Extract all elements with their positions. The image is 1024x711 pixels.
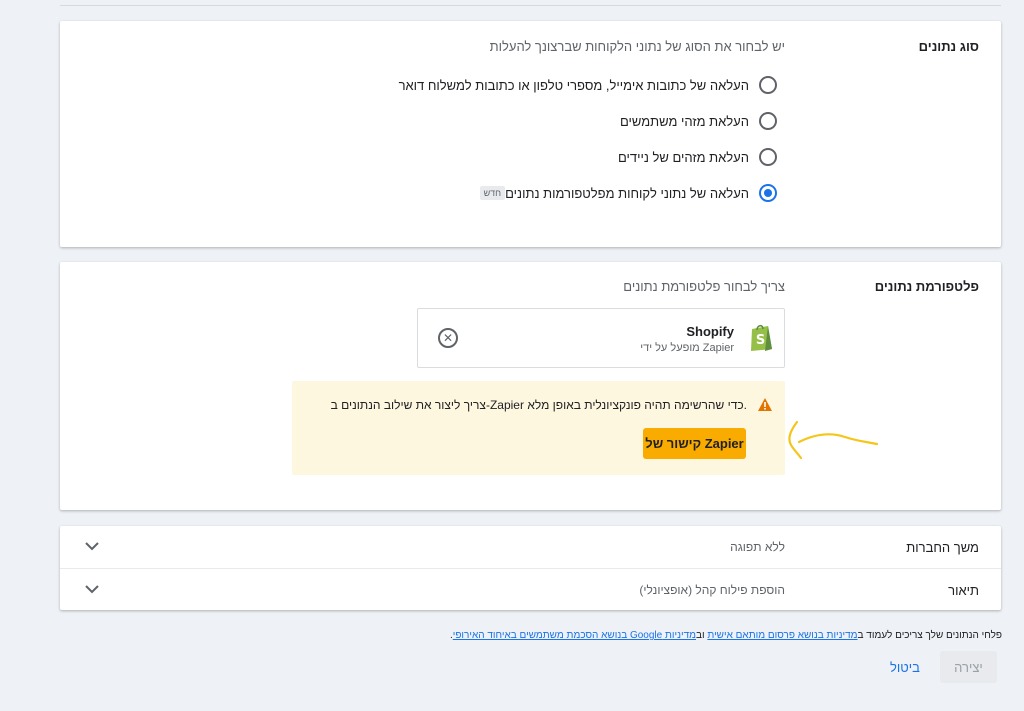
radio-button[interactable] — [759, 112, 777, 130]
cancel-button[interactable]: ביטול — [880, 651, 930, 683]
warning-icon — [758, 398, 772, 411]
data-type-hint: יש לבחור את הסוג של נתוני הלקוחות שברצונ… — [489, 39, 785, 54]
data-type-label: סוג נתונים — [918, 39, 979, 54]
top-divider — [60, 5, 1001, 6]
personalized-ads-policy-link[interactable]: מדיניות בנושא פרסום מותאם אישית — [707, 630, 857, 641]
chevron-down-icon[interactable] — [84, 538, 100, 554]
policy-note-middle: וב — [696, 630, 708, 641]
policy-note: פלחי הנתונים שלך צריכים לעמוד במדיניות ב… — [450, 630, 1002, 641]
description-value: הוספת פילוח קהל (אופציונלי) — [639, 583, 785, 597]
radio-option-user-ids[interactable]: העלאת מזהי משתמשים — [620, 112, 777, 130]
zapier-link-button[interactable]: קישור של Zapier — [643, 428, 746, 459]
create-button[interactable]: יצירה — [940, 651, 997, 683]
shopify-logo-icon: S — [751, 324, 772, 351]
membership-duration-value: ללא תפוגה — [730, 540, 785, 554]
data-platform-hint: צריך לבחור פלטפורמת נתונים — [623, 279, 785, 294]
radio-label-wrap: העלאה של נתוני לקוחות מפלטפורמות נתונים … — [476, 186, 749, 201]
description-row[interactable]: תיאור הוספת פילוח קהל (אופציונלי) — [60, 568, 1001, 610]
data-type-card: סוג נתונים יש לבחור את הסוג של נתוני הלק… — [60, 21, 1001, 247]
warning-text: צריך ליצור את שילוב הנתונים ב-Zapier כדי… — [330, 398, 747, 412]
radio-label: העלאת מזהי משתמשים — [619, 113, 749, 129]
data-platform-label: פלטפורמת נתונים — [874, 279, 979, 294]
policy-note-prefix: פלחי הנתונים שלך צריכים לעמוד ב — [857, 630, 1002, 641]
data-platform-card: פלטפורמת נתונים צריך לבחור פלטפורמת נתונ… — [60, 262, 1001, 510]
radio-button-selected[interactable] — [759, 184, 777, 202]
radio-label: העלאת מזהים של ניידים — [617, 149, 749, 165]
chevron-down-icon[interactable] — [84, 581, 100, 597]
svg-text:S: S — [756, 333, 765, 348]
radio-button[interactable] — [759, 148, 777, 166]
platform-name: Shopify — [686, 324, 734, 339]
remove-platform-close-icon[interactable]: ✕ — [438, 328, 458, 348]
radio-option-mobile-ids[interactable]: העלאת מזהים של ניידים — [618, 148, 777, 166]
platform-powered-by: מופעל על ידי Zapier — [640, 342, 734, 354]
new-badge: חדש — [479, 186, 506, 200]
membership-duration-row[interactable]: משך החברות ללא תפוגה — [60, 526, 1001, 568]
radio-option-data-platforms[interactable]: העלאה של נתוני לקוחות מפלטפורמות נתונים … — [476, 184, 777, 202]
radio-label: העלאה של כתובות אימייל, מספרי טלפון או כ… — [398, 77, 749, 93]
description-label: תיאור — [948, 583, 979, 598]
eu-consent-policy-link[interactable]: מדיניות Google בנושא הסכמת משתמשים באיחו… — [453, 630, 696, 641]
settings-rows-card: משך החברות ללא תפוגה תיאור הוספת פילוח ק… — [60, 526, 1001, 610]
radio-button[interactable] — [759, 76, 777, 94]
membership-duration-label: משך החברות — [906, 540, 979, 555]
selected-platform-chip: S Shopify מופעל על ידי Zapier ✕ — [417, 308, 785, 368]
radio-option-contact-info[interactable]: העלאה של כתובות אימייל, מספרי טלפון או כ… — [399, 76, 777, 94]
handwritten-scribble — [788, 420, 879, 460]
radio-label: העלאה של נתוני לקוחות מפלטפורמות נתונים — [505, 185, 749, 201]
zapier-warning-box: צריך ליצור את שילוב הנתונים ב-Zapier כדי… — [292, 381, 785, 475]
